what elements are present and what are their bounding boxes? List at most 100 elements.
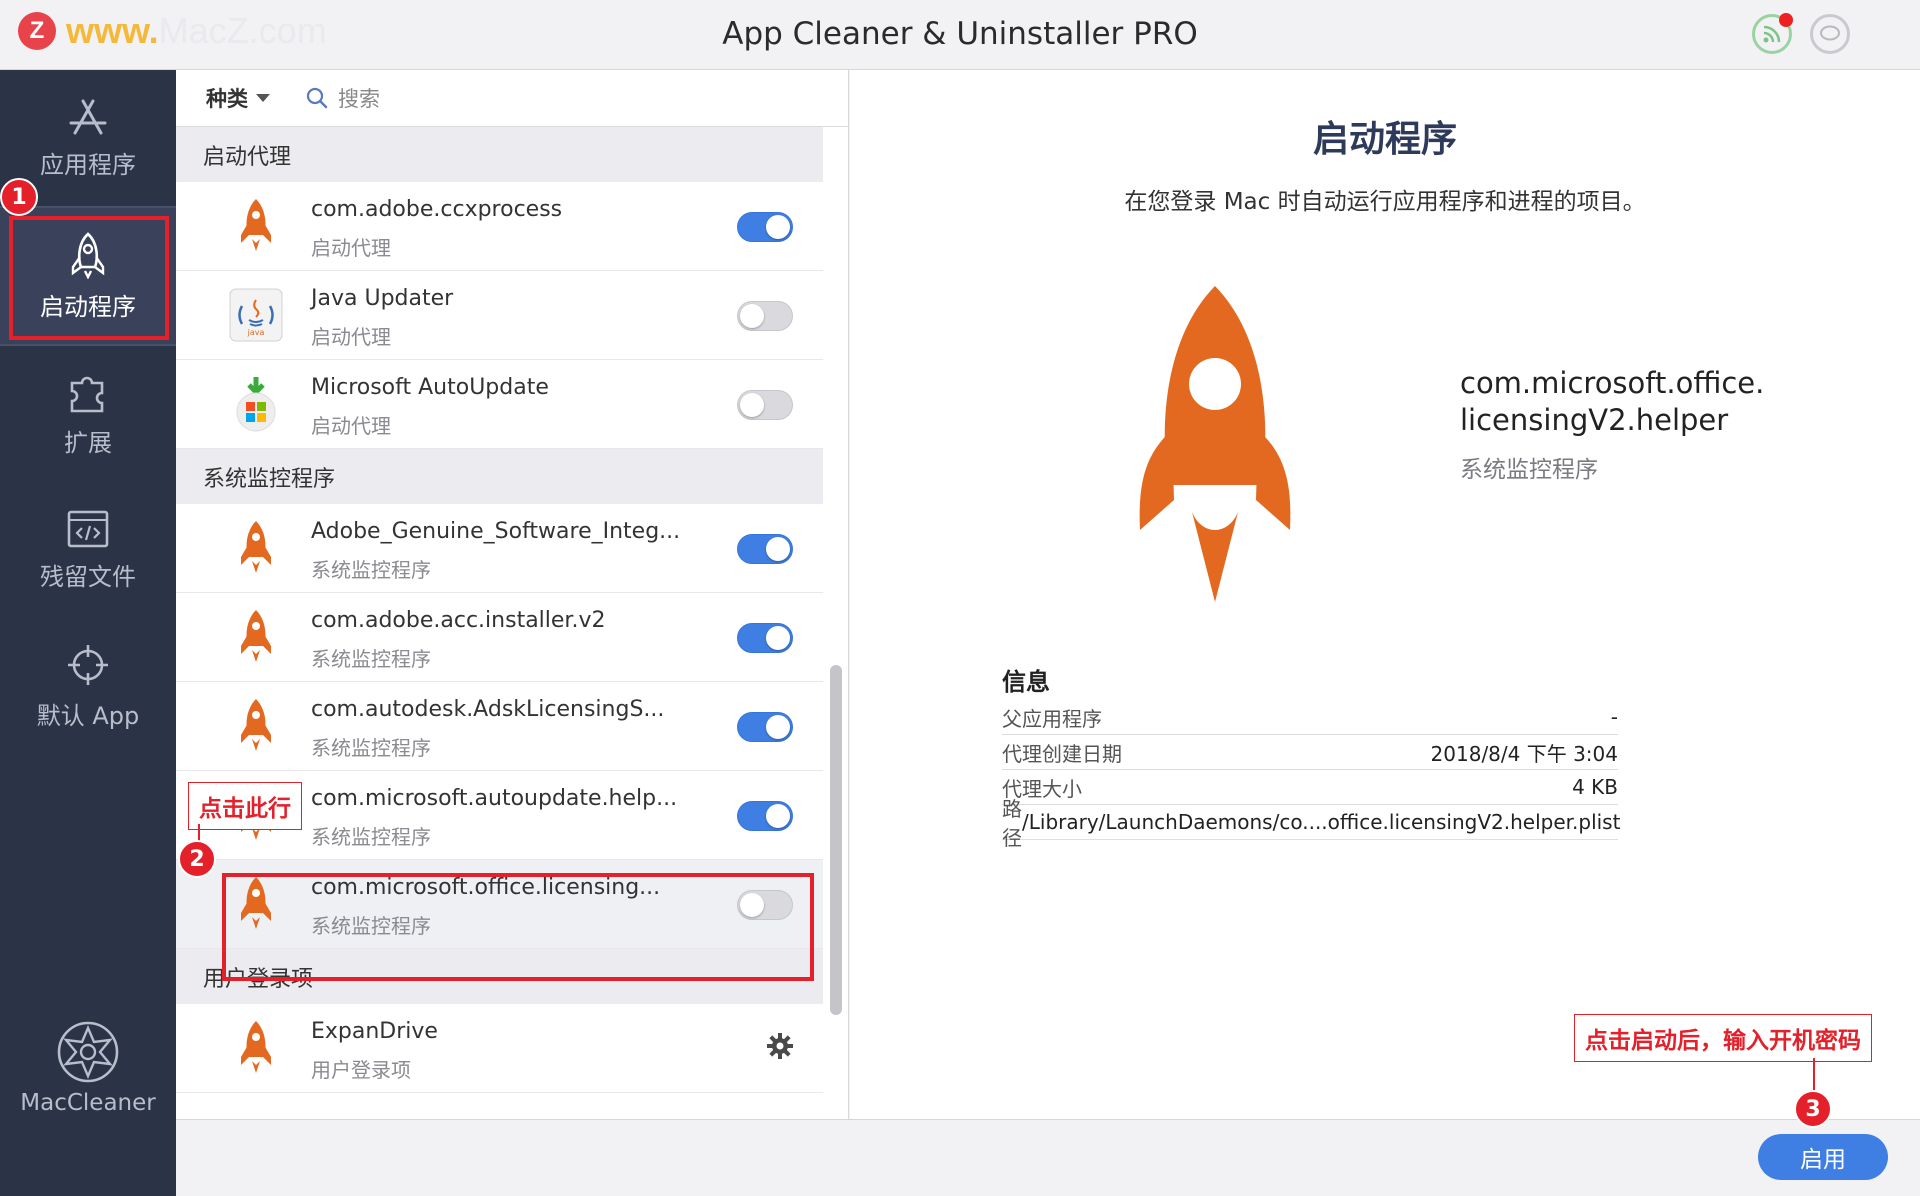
detail-item-name-line2: licensingV2.helper xyxy=(1460,403,1729,437)
rocket-icon xyxy=(226,518,286,578)
chevron-down-icon xyxy=(256,94,270,102)
annotation-callout-row: 点击此行 xyxy=(188,782,302,830)
item-name: ExpanDrive xyxy=(311,1019,438,1044)
svg-text:java: java xyxy=(247,328,265,337)
info-value: 2018/8/4 下午 3:04 xyxy=(1430,741,1618,766)
item-type: 启动代理 xyxy=(311,325,391,349)
category-label: 种类 xyxy=(206,87,248,111)
annotation-box-row xyxy=(222,873,814,981)
enable-toggle[interactable] xyxy=(737,301,793,331)
info-value: /Library/LaunchDaemons/co....office.lice… xyxy=(1022,810,1621,834)
list-item[interactable]: com.adobe.ccxprocess 启动代理 xyxy=(176,182,823,271)
crosshair-icon xyxy=(68,644,108,685)
section-header-launch-agents: 启动代理 xyxy=(176,127,823,182)
list-item[interactable]: com.autodesk.AdskLicensingS... 系统监控程序 xyxy=(176,682,823,771)
info-key: 代理创建日期 xyxy=(1002,741,1122,766)
item-name: com.adobe.acc.installer.v2 xyxy=(311,608,606,633)
annotation-badge-2: 2 xyxy=(178,840,216,878)
item-name: com.microsoft.autoupdate.help... xyxy=(311,786,678,811)
maccleaner-link[interactable]: MacCleaner xyxy=(0,1020,176,1116)
detail-item-name-line1: com.microsoft.office. xyxy=(1460,366,1765,400)
item-name: com.adobe.ccxprocess xyxy=(311,197,563,222)
rocket-icon xyxy=(226,696,286,756)
sidebar-item-extensions[interactable]: 扩展 xyxy=(0,346,176,482)
java-icon: java xyxy=(226,285,286,345)
info-row-size: 代理大小 4 KB xyxy=(1002,770,1618,805)
toggle-knob xyxy=(766,537,790,561)
annotation-badge-1: 1 xyxy=(0,178,38,216)
toggle-knob xyxy=(766,715,790,739)
item-type: 系统监控程序 xyxy=(311,647,431,671)
maccleaner-logo-icon xyxy=(57,1021,119,1083)
scrollbar[interactable] xyxy=(830,665,842,1015)
item-name: com.autodesk.AdskLicensingS... xyxy=(311,697,665,722)
list-item[interactable]: ExpanDrive 用户登录项 xyxy=(176,1004,823,1093)
rocket-icon xyxy=(226,607,286,667)
list-item[interactable]: com.adobe.acc.installer.v2 系统监控程序 xyxy=(176,593,823,682)
list-item[interactable]: java Java Updater 启动代理 xyxy=(176,271,823,360)
item-type: 系统监控程序 xyxy=(311,736,431,760)
enable-toggle[interactable] xyxy=(737,534,793,564)
large-rocket-icon xyxy=(1139,286,1291,602)
sidebar-item-label: 残留文件 xyxy=(40,562,136,591)
rocket-icon xyxy=(226,1018,286,1078)
gear-icon[interactable] xyxy=(766,1032,794,1060)
item-type: 系统监控程序 xyxy=(311,825,431,849)
app-store-icon xyxy=(69,99,107,134)
search-placeholder: 搜索 xyxy=(338,87,380,111)
rocket-icon xyxy=(226,196,286,256)
enable-toggle[interactable] xyxy=(737,801,793,831)
chat-icon[interactable] xyxy=(1810,14,1850,54)
bottom-bar xyxy=(176,1119,1920,1196)
enable-toggle[interactable] xyxy=(737,212,793,242)
enable-toggle[interactable] xyxy=(737,390,793,420)
info-title: 信息 xyxy=(1002,668,1050,696)
item-type: 用户登录项 xyxy=(311,1058,411,1082)
sidebar-item-remains[interactable]: 残留文件 xyxy=(0,482,176,618)
annotation-leader xyxy=(1813,1058,1815,1092)
code-file-icon xyxy=(67,510,109,547)
toggle-knob xyxy=(766,626,790,650)
toggle-knob xyxy=(740,393,764,417)
notification-dot xyxy=(1779,13,1793,27)
info-row-created-date: 代理创建日期 2018/8/4 下午 3:04 xyxy=(1002,735,1618,770)
search-field[interactable]: 搜索 xyxy=(306,83,380,113)
enable-toggle[interactable] xyxy=(737,712,793,742)
item-name: Adobe_Genuine_Software_Integ... xyxy=(311,519,681,544)
info-value: - xyxy=(1610,705,1618,729)
list-item[interactable]: Adobe_Genuine_Software_Integ... 系统监控程序 xyxy=(176,504,823,593)
info-row-path: 路径 /Library/LaunchDaemons/co....office.l… xyxy=(1002,797,1621,850)
detail-item-name: com.microsoft.office. licensingV2.helper xyxy=(1460,365,1764,439)
detail-heading: 启动程序 xyxy=(1312,119,1457,160)
title-bar: Z www. MacZ.com App Cleaner & Uninstalle… xyxy=(0,0,1920,70)
enable-toggle[interactable] xyxy=(737,623,793,653)
detail-panel: 启动程序 在您登录 Mac 时自动运行应用程序和进程的项目。 com.micro… xyxy=(850,70,1920,1119)
info-row-parent-app: 父应用程序 - xyxy=(1002,700,1618,735)
info-key: 父应用程序 xyxy=(1002,706,1102,731)
rss-feed-icon[interactable] xyxy=(1752,13,1793,54)
info-value: 4 KB xyxy=(1572,775,1618,799)
category-dropdown[interactable]: 种类 xyxy=(206,83,270,113)
detail-description: 在您登录 Mac 时自动运行应用程序和进程的项目。 xyxy=(1124,189,1646,215)
window-title: App Cleaner & Uninstaller PRO xyxy=(722,16,1198,52)
annotation-box-sidebar xyxy=(9,216,169,340)
toggle-knob xyxy=(766,215,790,239)
puzzle-icon xyxy=(70,376,104,412)
annotation-badge-3: 3 xyxy=(1794,1090,1832,1128)
item-name: Java Updater xyxy=(311,286,454,311)
search-icon xyxy=(306,87,328,109)
toggle-knob xyxy=(740,304,764,328)
item-type: 启动代理 xyxy=(311,414,391,438)
list-item[interactable]: Microsoft AutoUpdate 启动代理 xyxy=(176,360,823,449)
annotation-callout-enable: 点击启动后，输入开机密码 xyxy=(1574,1014,1872,1062)
item-type: 系统监控程序 xyxy=(311,558,431,582)
enable-button[interactable]: 启用 xyxy=(1758,1134,1888,1180)
list-toolbar: 种类 搜索 xyxy=(176,70,849,127)
item-name: Microsoft AutoUpdate xyxy=(311,375,549,400)
toggle-knob xyxy=(766,804,790,828)
info-key: 路径 xyxy=(1002,797,1022,850)
detail-item-type: 系统监控程序 xyxy=(1460,457,1598,483)
item-type: 启动代理 xyxy=(311,236,391,260)
sidebar-item-default-apps[interactable]: 默认 App xyxy=(0,618,176,754)
sidebar-item-label: 扩展 xyxy=(64,428,112,457)
